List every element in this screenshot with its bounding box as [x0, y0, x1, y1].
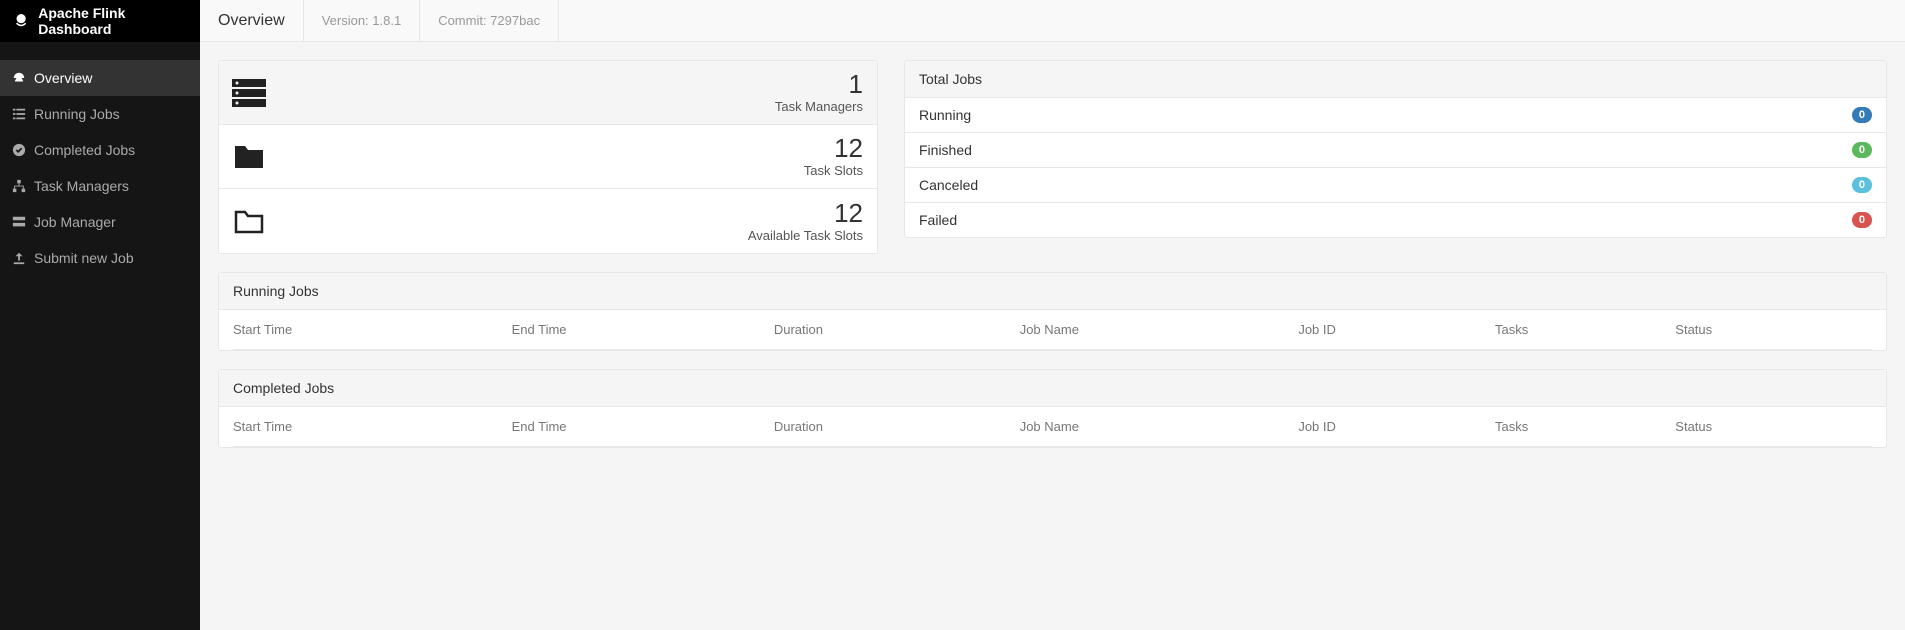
- servers-icon: [219, 79, 279, 107]
- status-finished: Finished 0: [905, 133, 1886, 168]
- col-status[interactable]: Status: [1675, 310, 1872, 350]
- nav-list: Overview Running Jobs Completed Jobs Tas…: [0, 60, 200, 276]
- status-canceled: Canceled 0: [905, 168, 1886, 203]
- completed-jobs-panel: Completed Jobs Start Time End Time Durat…: [218, 369, 1887, 448]
- status-count: 0: [1852, 107, 1872, 123]
- stat-label: Available Task Slots: [279, 228, 863, 243]
- version-info: Version: 1.8.1: [304, 0, 421, 41]
- sidebar-item-job-manager[interactable]: Job Manager: [0, 204, 200, 240]
- col-status[interactable]: Status: [1675, 407, 1872, 447]
- folder-open-icon: [219, 207, 279, 235]
- col-end-time[interactable]: End Time: [512, 407, 774, 447]
- check-circle-icon: [12, 143, 26, 157]
- stat-label: Task Managers: [279, 99, 863, 114]
- status-failed: Failed 0: [905, 203, 1886, 237]
- running-jobs-table: Start Time End Time Duration Job Name Jo…: [233, 310, 1872, 350]
- stat-value: 12: [279, 135, 863, 161]
- col-job-id[interactable]: Job ID: [1298, 407, 1495, 447]
- folder-icon: [219, 144, 279, 170]
- topbar: Overview Version: 1.8.1 Commit: 7297bac: [200, 0, 1905, 42]
- sidebar-item-submit-job[interactable]: Submit new Job: [0, 240, 200, 276]
- col-duration[interactable]: Duration: [774, 310, 1020, 350]
- main-content: Overview Version: 1.8.1 Commit: 7297bac …: [200, 0, 1905, 630]
- status-count: 0: [1852, 212, 1872, 228]
- col-start-time[interactable]: Start Time: [233, 310, 512, 350]
- sidebar-item-overview[interactable]: Overview: [0, 60, 200, 96]
- content: 1 Task Managers 12 Task Slots: [200, 42, 1905, 484]
- page-title: Overview: [200, 0, 304, 41]
- sidebar-item-running-jobs[interactable]: Running Jobs: [0, 96, 200, 132]
- sidebar-item-label: Overview: [34, 70, 92, 86]
- running-jobs-panel: Running Jobs Start Time End Time Duratio…: [218, 272, 1887, 351]
- commit-info: Commit: 7297bac: [420, 0, 559, 41]
- total-jobs-panel: Total Jobs Running 0 Finished 0: [904, 60, 1887, 238]
- brand-title: Apache Flink Dashboard: [38, 5, 188, 37]
- status-running: Running 0: [905, 98, 1886, 133]
- sitemap-icon: [12, 179, 26, 193]
- stat-label: Task Slots: [279, 163, 863, 178]
- brand: Apache Flink Dashboard: [0, 0, 200, 42]
- sidebar-item-label: Job Manager: [34, 214, 116, 230]
- stat-task-managers: 1 Task Managers: [219, 61, 877, 125]
- dashboard-icon: [12, 71, 26, 85]
- sidebar-item-label: Task Managers: [34, 178, 129, 194]
- col-duration[interactable]: Duration: [774, 407, 1020, 447]
- col-job-name[interactable]: Job Name: [1020, 310, 1299, 350]
- status-label: Finished: [919, 142, 1852, 158]
- upload-icon: [12, 251, 26, 265]
- col-tasks[interactable]: Tasks: [1495, 407, 1675, 447]
- stat-value: 1: [279, 71, 863, 97]
- status-label: Failed: [919, 212, 1852, 228]
- stat-task-slots: 12 Task Slots: [219, 125, 877, 189]
- status-count: 0: [1852, 177, 1872, 193]
- sidebar-item-completed-jobs[interactable]: Completed Jobs: [0, 132, 200, 168]
- flink-logo-icon: [12, 11, 30, 31]
- list-icon: [12, 107, 26, 121]
- sidebar-item-label: Running Jobs: [34, 106, 120, 122]
- sidebar-item-label: Submit new Job: [34, 250, 134, 266]
- panel-title: Running Jobs: [219, 273, 1886, 310]
- status-label: Canceled: [919, 177, 1852, 193]
- stat-value: 12: [279, 200, 863, 226]
- status-count: 0: [1852, 142, 1872, 158]
- panel-title: Total Jobs: [905, 61, 1886, 98]
- status-label: Running: [919, 107, 1852, 123]
- sidebar-item-task-managers[interactable]: Task Managers: [0, 168, 200, 204]
- server-icon: [12, 215, 26, 229]
- sidebar-item-label: Completed Jobs: [34, 142, 135, 158]
- cluster-stats-panel: 1 Task Managers 12 Task Slots: [218, 60, 878, 254]
- col-job-id[interactable]: Job ID: [1298, 310, 1495, 350]
- col-job-name[interactable]: Job Name: [1020, 407, 1299, 447]
- panel-title: Completed Jobs: [219, 370, 1886, 407]
- col-start-time[interactable]: Start Time: [233, 407, 512, 447]
- sidebar: Apache Flink Dashboard Overview Running …: [0, 0, 200, 630]
- stat-available-slots: 12 Available Task Slots: [219, 189, 877, 253]
- col-end-time[interactable]: End Time: [512, 310, 774, 350]
- col-tasks[interactable]: Tasks: [1495, 310, 1675, 350]
- completed-jobs-table: Start Time End Time Duration Job Name Jo…: [233, 407, 1872, 447]
